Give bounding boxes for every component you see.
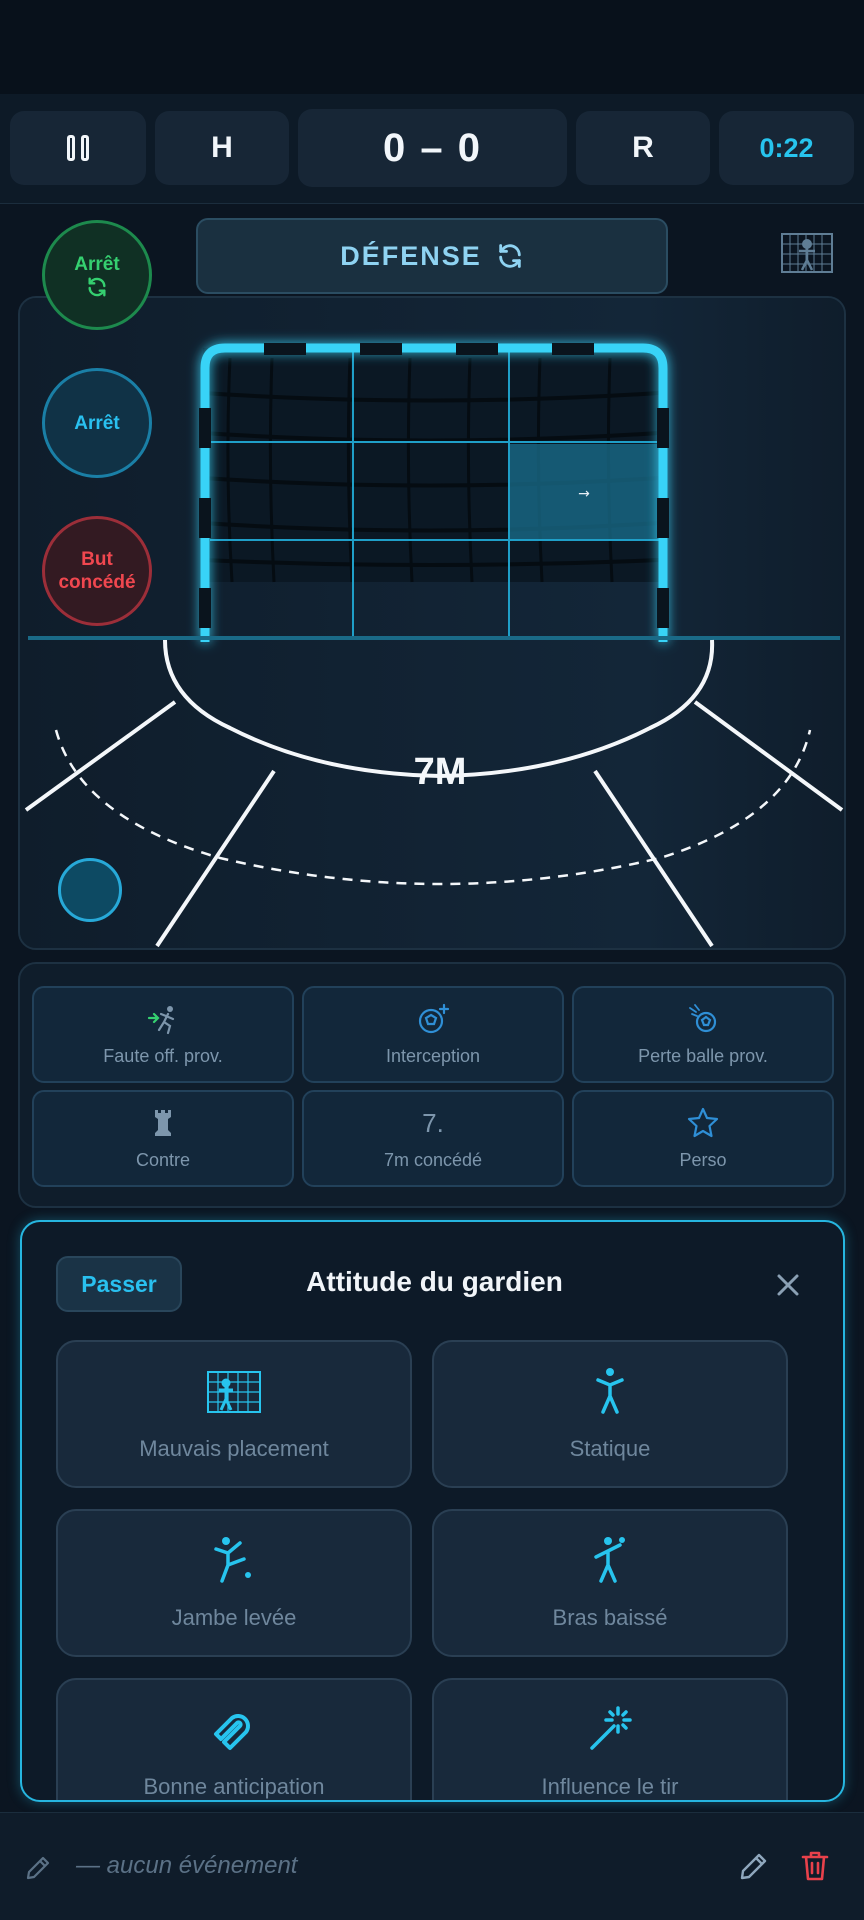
magnet-icon [214, 1714, 250, 1750]
action-label: 7m concédé [383, 1150, 483, 1170]
goalkeeper-in-goal-icon [207, 1371, 261, 1413]
seven-icon: 7. [422, 1108, 444, 1138]
match-timer[interactable]: 0:22 [719, 111, 854, 185]
offensive-foul-icon [147, 1006, 175, 1035]
score-display: 0 – 0 [298, 109, 567, 187]
edit-icon[interactable] [738, 1850, 770, 1882]
away-team-button[interactable]: R [576, 111, 710, 185]
mode-label: DÉFENSE [340, 240, 482, 271]
action-7m-conceded-button[interactable]: 7. 7m concédé [302, 1090, 564, 1187]
action-label: Perso [679, 1150, 727, 1170]
trash-icon[interactable] [800, 1850, 830, 1882]
goal-conceded-button[interactable]: But concédé [42, 516, 152, 626]
pause-icon [67, 135, 89, 161]
shot-direction-marker: → [578, 486, 590, 502]
goal-view-icon[interactable] [780, 232, 834, 274]
ball-loss-icon [689, 1004, 717, 1033]
close-icon[interactable] [773, 1270, 803, 1300]
action-offensive-foul-button[interactable]: Faute off. prov. [32, 986, 294, 1083]
sheet-title: Attitude du gardien [306, 1266, 563, 1297]
option-bad-placement-button[interactable]: Mauvais placement [56, 1340, 412, 1488]
option-label: Statique [569, 1436, 651, 1461]
option-label: Bonne anticipation [143, 1774, 325, 1799]
option-leg-raised-button[interactable]: Jambe levée [56, 1509, 412, 1657]
save-rebound-label: Arrêt [74, 253, 120, 275]
action-custom-button[interactable]: Perso [572, 1090, 834, 1187]
action-label: Perte balle prov. [638, 1046, 768, 1066]
player-marker[interactable] [58, 858, 122, 922]
action-label: Faute off. prov. [103, 1046, 223, 1066]
save-label: Arrêt [74, 412, 120, 434]
standing-person-icon [596, 1368, 624, 1414]
star-icon [687, 1107, 719, 1138]
status-bar [0, 0, 864, 94]
ball-plus-icon [418, 1003, 450, 1034]
home-team-button[interactable]: H [155, 111, 289, 185]
refresh-icon [88, 277, 106, 296]
top-bar: H 0 – 0 R 0:22 [0, 94, 864, 204]
magic-wand-icon [590, 1706, 632, 1750]
leg-raised-icon [214, 1537, 251, 1583]
action-ball-loss-button[interactable]: Perte balle prov. [572, 986, 834, 1083]
action-label: Interception [385, 1046, 481, 1066]
actions-panel: Faute off. prov. Interception Perte ball… [18, 962, 846, 1208]
refresh-icon [499, 244, 521, 268]
goal-conceded-label: But concédé [58, 549, 136, 593]
action-block-button[interactable]: Contre [32, 1090, 294, 1187]
arm-lowered-icon [594, 1537, 625, 1583]
goalkeeper-attitude-sheet: Passer Attitude du gardien Mauvais place… [20, 1220, 845, 1802]
pencil-icon[interactable] [24, 1854, 52, 1882]
option-label: Mauvais placement [139, 1436, 329, 1461]
pause-button[interactable] [10, 111, 146, 185]
save-rebound-button[interactable]: Arrêt [42, 220, 152, 330]
option-label: Jambe levée [171, 1605, 297, 1630]
seven-meter-label: 7M [414, 751, 467, 793]
option-influences-shot-button[interactable]: Influence le tir [432, 1678, 788, 1800]
action-label: Contre [135, 1150, 191, 1170]
option-arm-lowered-button[interactable]: Bras baissé [432, 1509, 788, 1657]
option-label: Bras baissé [552, 1605, 668, 1630]
last-event-text: — aucun événement [76, 1852, 298, 1879]
option-label: Influence le tir [541, 1774, 679, 1799]
chess-rook-icon [155, 1110, 171, 1136]
option-static-button[interactable]: Statique [432, 1340, 788, 1488]
action-interception-button[interactable]: Interception [302, 986, 564, 1083]
option-good-anticipation-button[interactable]: Bonne anticipation [56, 1678, 412, 1800]
save-button[interactable]: Arrêt [42, 368, 152, 478]
defense-mode-toggle[interactable]: DÉFENSE [196, 218, 668, 294]
